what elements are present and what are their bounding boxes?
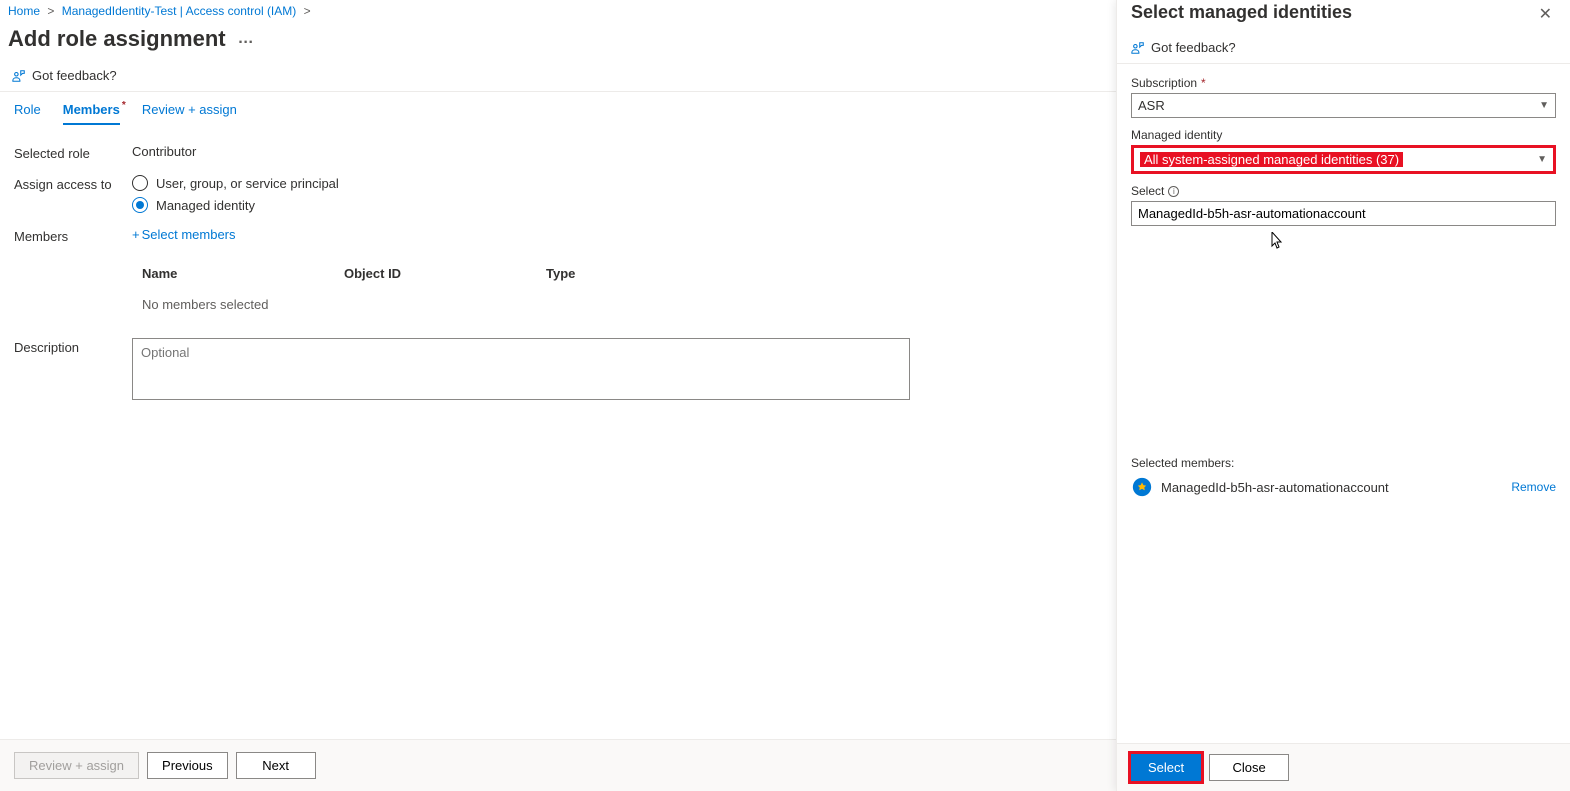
automation-account-icon <box>1131 476 1153 498</box>
members-label: Members <box>14 227 132 244</box>
panel-title: Select managed identities <box>1131 2 1352 23</box>
chevron-down-icon: ▼ <box>1537 154 1547 165</box>
no-members-text: No members selected <box>134 291 908 318</box>
field-subscription: Subscription * ASR ▼ <box>1131 76 1556 118</box>
subscription-label: Subscription <box>1131 76 1197 90</box>
col-object-id: Object ID <box>336 260 536 289</box>
col-name: Name <box>134 260 334 289</box>
select-input[interactable] <box>1131 201 1556 226</box>
table-row: No members selected <box>134 291 908 318</box>
select-members-link[interactable]: +Select members <box>132 227 236 242</box>
previous-button[interactable]: Previous <box>147 752 228 779</box>
footer-main: Review + assign Previous Next <box>0 739 1116 791</box>
chevron-right-icon: > <box>304 4 311 18</box>
radio-managed-identity[interactable]: Managed identity <box>132 197 339 213</box>
close-icon[interactable]: ✕ <box>1535 2 1556 26</box>
description-label: Description <box>14 338 132 355</box>
person-feedback-icon <box>1131 41 1145 55</box>
field-select: Select i <box>1131 184 1556 226</box>
members-table: Name Object ID Type No members selected <box>132 258 910 320</box>
managed-identity-select[interactable]: All system-assigned managed identities (… <box>1131 145 1556 174</box>
remove-link[interactable]: Remove <box>1511 480 1556 494</box>
assign-access-label: Assign access to <box>14 175 132 192</box>
required-indicator-icon: * <box>1201 76 1206 90</box>
next-button[interactable]: Next <box>236 752 316 779</box>
info-icon[interactable]: i <box>1168 186 1179 197</box>
managed-identity-value: All system-assigned managed identities (… <box>1140 152 1403 167</box>
col-type: Type <box>538 260 908 289</box>
selected-member-name: ManagedId-b5h-asr-automationaccount <box>1161 480 1389 495</box>
panel-footer: Select Close <box>1117 743 1570 791</box>
radio-managed-label: Managed identity <box>156 198 255 213</box>
select-label: Select <box>1131 184 1164 198</box>
breadcrumb-item[interactable]: ManagedIdentity-Test | Access control (I… <box>62 4 297 18</box>
page-title: Add role assignment <box>8 26 226 52</box>
subscription-value: ASR <box>1138 98 1165 113</box>
selected-member-row: ManagedId-b5h-asr-automationaccount Remo… <box>1131 476 1556 498</box>
close-button[interactable]: Close <box>1209 754 1289 781</box>
more-menu-icon[interactable]: … <box>238 30 254 48</box>
managed-identity-label: Managed identity <box>1131 128 1222 142</box>
review-assign-button[interactable]: Review + assign <box>14 752 139 779</box>
panel-toolbar: Got feedback? <box>1117 32 1570 64</box>
radio-icon <box>132 175 148 191</box>
tab-members-label: Members <box>63 102 120 117</box>
selected-members-label: Selected members: <box>1131 456 1556 470</box>
tab-review[interactable]: Review + assign <box>142 102 237 125</box>
radio-icon <box>132 197 148 213</box>
selected-role-value: Contributor <box>132 144 196 159</box>
radio-user-group[interactable]: User, group, or service principal <box>132 175 339 191</box>
breadcrumb-home[interactable]: Home <box>8 4 40 18</box>
got-feedback-label: Got feedback? <box>32 68 117 83</box>
person-feedback-icon <box>12 69 26 83</box>
plus-icon: + <box>132 227 140 242</box>
panel-header: Select managed identities ✕ <box>1117 0 1570 32</box>
description-input[interactable] <box>132 338 910 400</box>
required-indicator-icon: * <box>122 100 126 111</box>
panel-body: Subscription * ASR ▼ Managed identity Al… <box>1117 64 1570 743</box>
side-panel: Select managed identities ✕ Got feedback… <box>1116 0 1570 791</box>
select-button[interactable]: Select <box>1131 754 1201 781</box>
chevron-right-icon: > <box>47 4 54 18</box>
panel-feedback-link[interactable]: Got feedback? <box>1151 40 1236 55</box>
assign-access-radio-group: User, group, or service principal Manage… <box>132 175 339 213</box>
select-members-label: Select members <box>142 227 236 242</box>
tab-members[interactable]: Members * <box>63 102 120 125</box>
chevron-down-icon: ▼ <box>1539 100 1549 111</box>
tab-role[interactable]: Role <box>14 102 41 125</box>
radio-user-label: User, group, or service principal <box>156 176 339 191</box>
field-managed-identity: Managed identity All system-assigned man… <box>1131 128 1556 174</box>
subscription-select[interactable]: ASR ▼ <box>1131 93 1556 118</box>
selected-role-label: Selected role <box>14 144 132 161</box>
got-feedback-link[interactable]: Got feedback? <box>12 68 117 83</box>
